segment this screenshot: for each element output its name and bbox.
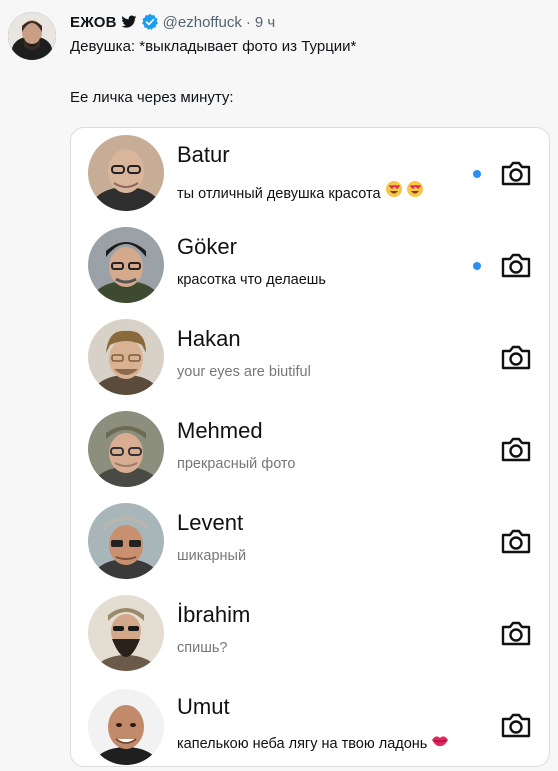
avatar: [88, 595, 164, 671]
person-photo-icon: [88, 595, 164, 671]
author-name[interactable]: ЕЖОВ: [70, 14, 117, 31]
avatar: [88, 227, 164, 303]
chat-message: your eyes are biutiful: [177, 364, 311, 380]
avatar: [88, 135, 164, 211]
chat-row[interactable]: Mehmed прекрасный фото: [71, 404, 549, 496]
person-photo-icon: [88, 689, 164, 765]
camera-icon[interactable]: [499, 616, 533, 650]
camera-icon[interactable]: [499, 340, 533, 374]
chat-message-text: прекрасный фото: [177, 456, 296, 472]
chat-username: İbrahim: [177, 602, 251, 627]
chat-message-text: красотка что делаешь: [177, 272, 326, 288]
chat-message-text: шикарный: [177, 548, 247, 564]
unread-dot: [473, 262, 481, 270]
kiss-lips-emoji-icon: [431, 736, 449, 752]
heart-eyes-emoji-icon: [385, 181, 425, 202]
tweet-text-line1: Девушка: *выкладывает фото из Турции*: [70, 38, 357, 55]
verified-badge-icon: [141, 13, 158, 30]
chat-row[interactable]: Hakan your eyes are biutiful: [71, 312, 549, 404]
avatar: [88, 689, 164, 765]
person-photo-icon: [88, 135, 164, 211]
chat-username: Mehmed: [177, 418, 263, 443]
avatar: [88, 503, 164, 579]
person-photo-icon: [88, 411, 164, 487]
chat-message-text: спишь?: [177, 640, 228, 656]
camera-icon[interactable]: [499, 156, 533, 190]
chat-row[interactable]: Batur ты отличный девушка красота: [71, 128, 549, 220]
chat-username: Batur: [177, 142, 230, 167]
previous-tweet-clip: [8, 0, 488, 6]
chat-message: шикарный: [177, 548, 246, 564]
chat-message: спишь?: [177, 640, 227, 656]
chat-username: Umut: [177, 694, 230, 719]
author-avatar[interactable]: [8, 12, 56, 60]
chat-message: красотка что делаешь: [177, 272, 326, 288]
chat-username: Levent: [177, 510, 244, 535]
chat-username: Hakan: [177, 326, 241, 351]
chat-message-text: капелькою неба лягу на твою ладонь: [177, 736, 428, 752]
camera-icon[interactable]: [499, 524, 533, 558]
avatar: [88, 319, 164, 395]
chat-message-text: your eyes are biutiful: [177, 364, 311, 380]
unread-dot: [473, 170, 481, 178]
chat-list-image[interactable]: Batur ты отличный девушка красота Göker …: [70, 127, 550, 767]
camera-icon[interactable]: [499, 248, 533, 282]
camera-icon[interactable]: [499, 708, 533, 742]
chat-message-text: ты отличный девушка красота: [177, 186, 381, 202]
author-photo-icon: [8, 12, 56, 60]
twitter-bird-icon: [121, 15, 137, 28]
chat-username: Göker: [177, 234, 237, 259]
chat-row[interactable]: Umut капелькою неба лягу на твою ладонь: [71, 680, 549, 766]
tweet-time[interactable]: 9 ч: [255, 14, 275, 31]
chat-row[interactable]: Levent шикарный: [71, 496, 549, 588]
person-photo-icon: [88, 319, 164, 395]
chat-message: капелькою неба лягу на твою ладонь: [177, 734, 449, 752]
tweet-header: ЕЖОВ @ezhoffuck · 9 ч: [70, 12, 275, 32]
avatar: [88, 411, 164, 487]
chat-row[interactable]: İbrahim спишь?: [71, 588, 549, 680]
person-photo-icon: [88, 227, 164, 303]
chat-message: прекрасный фото: [177, 456, 295, 472]
separator-dot: ·: [245, 13, 251, 31]
author-handle[interactable]: @ezhoffuck: [163, 14, 242, 31]
chat-message: ты отличный девушка красота: [177, 180, 425, 202]
person-photo-icon: [88, 503, 164, 579]
tweet-text-line2: Ее личка через минуту:: [70, 89, 234, 106]
camera-icon[interactable]: [499, 432, 533, 466]
chat-row[interactable]: Göker красотка что делаешь: [71, 220, 549, 312]
